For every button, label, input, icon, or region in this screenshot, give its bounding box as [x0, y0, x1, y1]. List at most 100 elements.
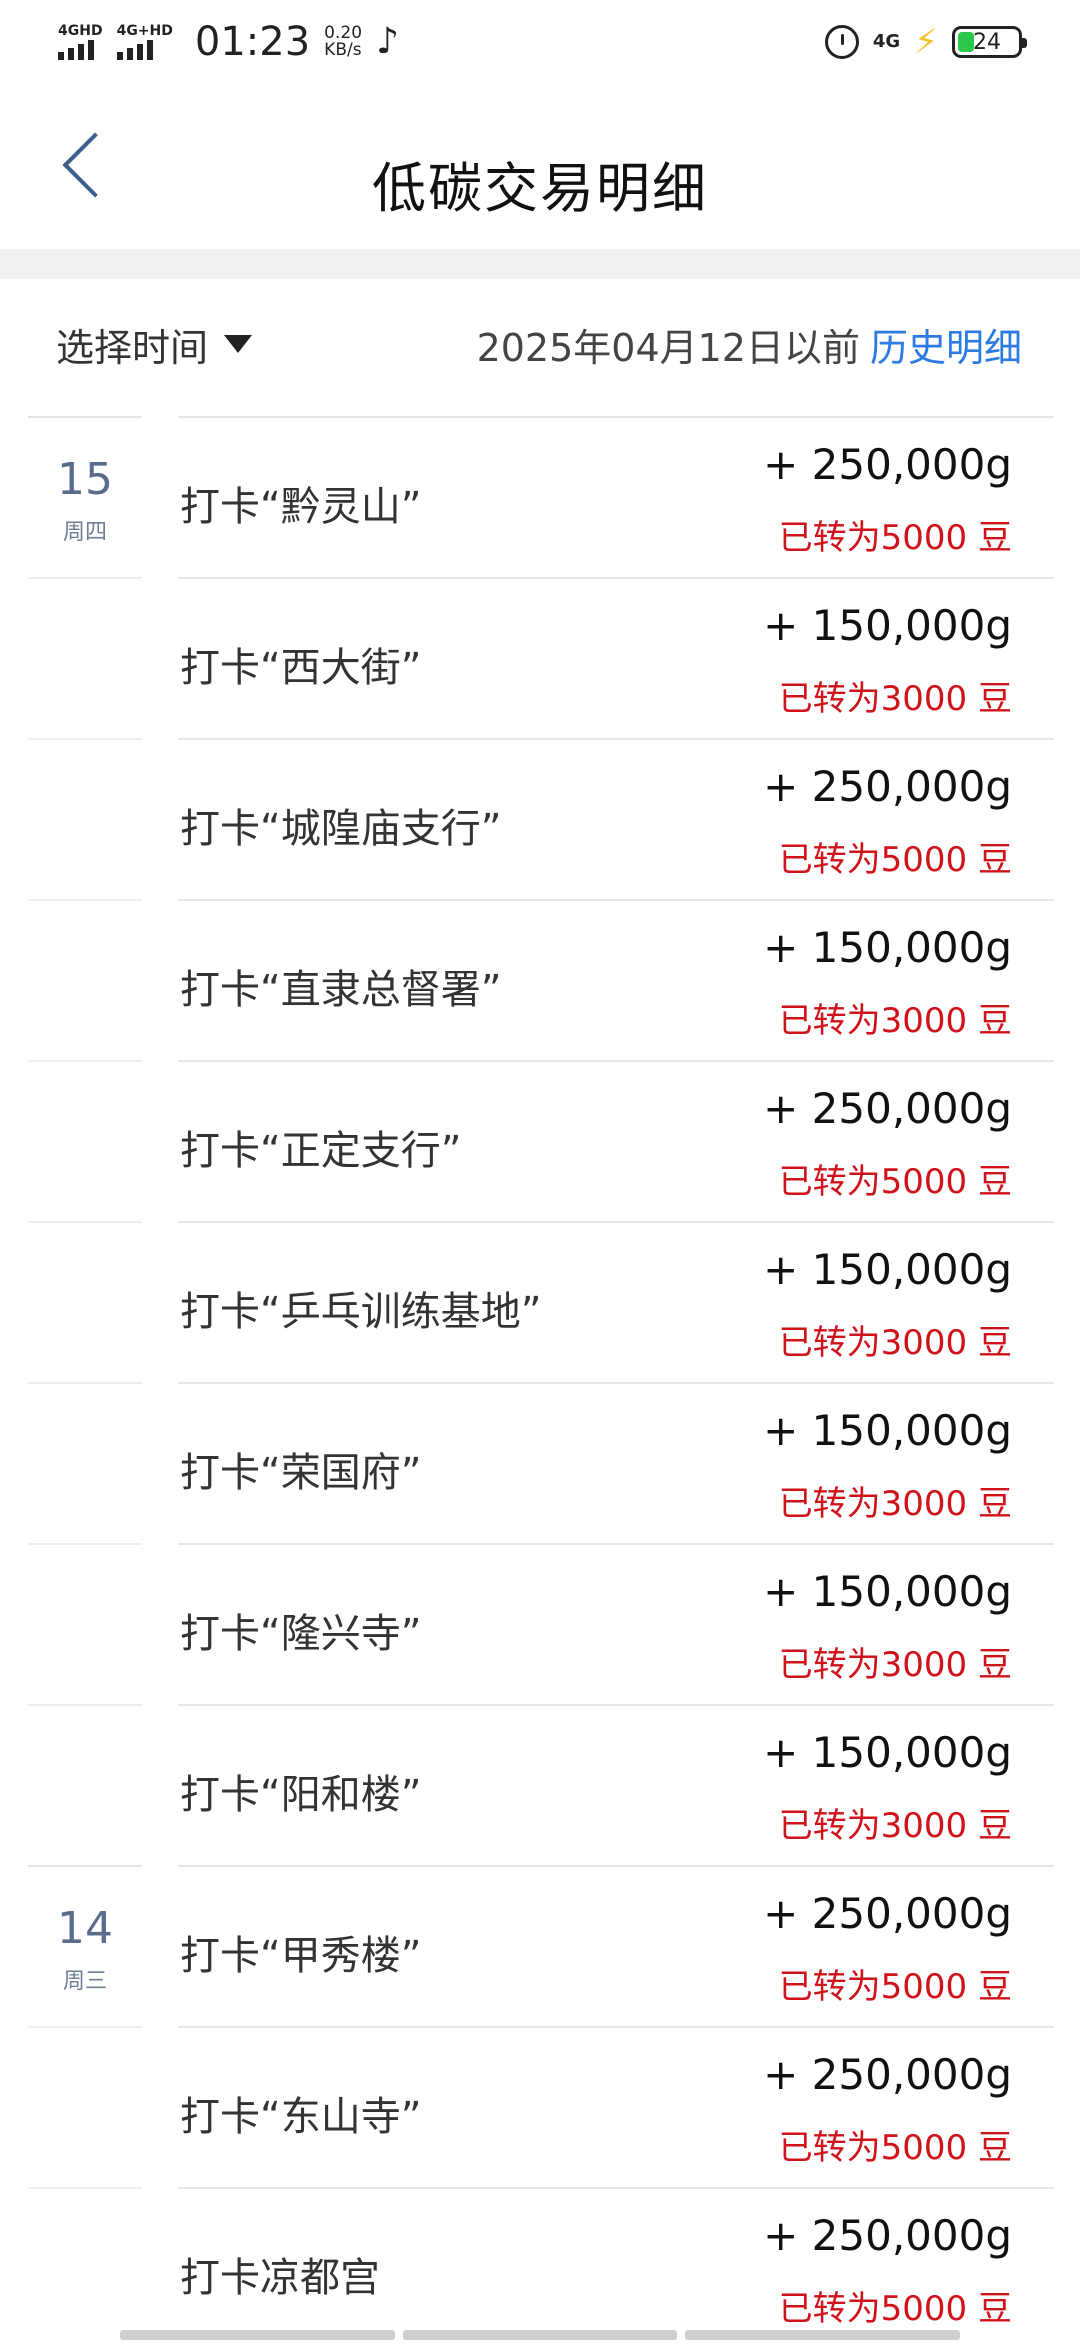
transaction-amount: + 150,000g — [763, 601, 1012, 650]
battery-icon: 24 — [952, 26, 1027, 58]
app-header: 低碳交易明细 — [0, 84, 1080, 249]
transaction-row[interactable]: 打卡“正定支行” + 250,000g 已转为5000 豆 — [0, 1060, 1080, 1221]
bottom-scroll-indicator — [120, 2330, 961, 2340]
transaction-row[interactable]: 15 周四 打卡“黔灵山” + 250,000g 已转为5000 豆 — [0, 416, 1080, 577]
transaction-row[interactable]: 打卡“东山寺” + 250,000g 已转为5000 豆 — [0, 2026, 1080, 2187]
transaction-amount: + 250,000g — [763, 2050, 1012, 2099]
transaction-bean-status: 已转为3000 豆 — [778, 1001, 1012, 1041]
status-left: 4GHD 4G+HD 01:23 0.20 KB/s ♪ — [58, 19, 399, 65]
transaction-body: 打卡“西大街” + 150,000g 已转为3000 豆 — [178, 577, 1054, 738]
transaction-bean-status: 已转为5000 豆 — [778, 1967, 1012, 2007]
transaction-body: 打卡“直隶总督署” + 150,000g 已转为3000 豆 — [178, 899, 1054, 1060]
transaction-title: 打卡“西大街” — [180, 645, 422, 691]
transaction-row[interactable]: 打卡“乒乓训练基地” + 150,000g 已转为3000 豆 — [0, 1221, 1080, 1382]
time-select-label: 选择时间 — [56, 325, 209, 370]
speed-unit: KB/s — [324, 40, 362, 60]
transaction-title: 打卡“甲秀楼” — [180, 1933, 422, 1979]
transaction-amount: + 150,000g — [763, 1406, 1012, 1455]
transaction-bean-status: 已转为5000 豆 — [778, 2128, 1012, 2168]
date-column — [28, 1382, 142, 1542]
transaction-bean-status: 已转为3000 豆 — [778, 1806, 1012, 1846]
transaction-amount: + 150,000g — [763, 1245, 1012, 1294]
network-speed: 0.20 KB/s — [324, 25, 362, 59]
transaction-row[interactable]: 打卡“隆兴寺” + 150,000g 已转为3000 豆 — [0, 1543, 1080, 1704]
transaction-amount: + 250,000g — [763, 440, 1012, 489]
battery-level: 24 — [973, 29, 1001, 55]
alarm-icon — [824, 25, 859, 59]
network-type-label: 4G — [872, 31, 901, 52]
transaction-title: 打卡“正定支行” — [180, 1128, 462, 1174]
transaction-body: 打卡凉都宫 + 250,000g 已转为5000 豆 — [178, 2187, 1054, 2348]
signal-sim2-icon: 4G+HD — [116, 23, 173, 60]
transaction-bean-status: 已转为5000 豆 — [778, 840, 1012, 880]
date-column — [28, 1704, 142, 1864]
date-column — [28, 1221, 142, 1381]
transaction-body: 打卡“东山寺” + 250,000g 已转为5000 豆 — [178, 2026, 1054, 2187]
transaction-row[interactable]: 打卡“城隍庙支行” + 250,000g 已转为5000 豆 — [0, 738, 1080, 899]
transaction-bean-status: 已转为3000 豆 — [778, 1484, 1012, 1524]
date-column — [28, 2026, 142, 2186]
transaction-amount: + 150,000g — [763, 1728, 1012, 1777]
transaction-row[interactable]: 打卡“荣国府” + 150,000g 已转为3000 豆 — [0, 1382, 1080, 1543]
sim1-label: 4GHD — [58, 23, 103, 39]
section-divider — [0, 249, 1080, 279]
transaction-title: 打卡“隆兴寺” — [180, 1611, 422, 1657]
transaction-list: 15 周四 打卡“黔灵山” + 250,000g 已转为5000 豆打卡“西大街” + 1… — [0, 416, 1080, 2348]
transaction-bean-status: 已转为3000 豆 — [778, 679, 1012, 719]
date-column — [28, 1060, 142, 1220]
transaction-body: 打卡“阳和楼” + 150,000g 已转为3000 豆 — [178, 1704, 1054, 1865]
date-day: 15 — [57, 454, 113, 505]
bolt-icon: ⚡ — [914, 22, 938, 62]
signal-sim1-icon: 4GHD — [58, 24, 103, 60]
date-column: 14 周三 — [28, 1865, 142, 2025]
transaction-amount: + 150,000g — [763, 1567, 1012, 1616]
date-column — [28, 738, 142, 898]
date-column — [28, 899, 142, 1059]
transaction-amount: + 250,000g — [763, 1889, 1012, 1938]
transaction-row[interactable]: 打卡“阳和楼” + 150,000g 已转为3000 豆 — [0, 1704, 1080, 1865]
transaction-title: 打卡“城隍庙支行” — [180, 806, 502, 852]
transaction-body: 打卡“乒乓训练基地” + 150,000g 已转为3000 豆 — [178, 1221, 1054, 1382]
transaction-amount: + 250,000g — [763, 762, 1012, 811]
caret-down-icon — [224, 335, 253, 353]
transaction-title: 打卡“荣国府” — [180, 1450, 422, 1496]
date-weekday: 周四 — [62, 520, 107, 545]
transaction-title: 打卡“直隶总督署” — [180, 967, 502, 1013]
transaction-row[interactable]: 打卡“西大街” + 150,000g 已转为3000 豆 — [0, 577, 1080, 738]
filter-right: 2025年04月12日以前 历史明细 — [477, 317, 1022, 372]
sim2-label: 4G+HD — [116, 23, 173, 39]
transaction-title: 打卡“乒乓训练基地” — [180, 1289, 542, 1335]
tiktok-icon: ♪ — [376, 21, 400, 62]
transaction-bean-status: 已转为3000 豆 — [778, 1323, 1012, 1363]
transaction-body: 打卡“荣国府” + 150,000g 已转为3000 豆 — [178, 1382, 1054, 1543]
transaction-body: 打卡“隆兴寺” + 150,000g 已转为3000 豆 — [178, 1543, 1054, 1704]
page-title: 低碳交易明细 — [372, 157, 708, 220]
transaction-body: 打卡“城隍庙支行” + 250,000g 已转为5000 豆 — [178, 738, 1054, 899]
transaction-bean-status: 已转为5000 豆 — [778, 518, 1012, 558]
transaction-bean-status: 已转为5000 豆 — [778, 2289, 1012, 2329]
status-time: 01:23 — [194, 19, 311, 65]
transaction-bean-status: 已转为5000 豆 — [778, 1162, 1012, 1202]
transaction-row[interactable]: 打卡“直隶总督署” + 150,000g 已转为3000 豆 — [0, 899, 1080, 1060]
date-column — [28, 2187, 142, 2347]
history-detail-link[interactable]: 历史明细 — [870, 317, 1022, 372]
date-weekday: 周三 — [62, 1969, 107, 1994]
transaction-title: 打卡“东山寺” — [180, 2094, 422, 2140]
status-right: 4G ⚡ 24 — [824, 22, 1027, 62]
date-day: 14 — [57, 1903, 113, 1954]
date-before-label: 2025年04月12日以前 — [476, 325, 860, 370]
transaction-bean-status: 已转为3000 豆 — [778, 1645, 1012, 1685]
transaction-title: 打卡“阳和楼” — [180, 1772, 422, 1818]
transaction-title: 打卡凉都宫 — [180, 2255, 380, 2301]
date-column — [28, 577, 142, 737]
time-select-dropdown[interactable]: 选择时间 — [56, 317, 253, 372]
transaction-amount: + 150,000g — [763, 923, 1012, 972]
transaction-amount: + 250,000g — [763, 2211, 1012, 2260]
status-bar: 4GHD 4G+HD 01:23 0.20 KB/s ♪ 4G ⚡ 24 — [0, 0, 1080, 84]
filter-row: 选择时间 2025年04月12日以前 历史明细 — [0, 279, 1080, 409]
transaction-title: 打卡“黔灵山” — [180, 484, 422, 530]
transaction-body: 打卡“甲秀楼” + 250,000g 已转为5000 豆 — [178, 1865, 1054, 2026]
transaction-row[interactable]: 打卡凉都宫 + 250,000g 已转为5000 豆 — [0, 2187, 1080, 2348]
transaction-row[interactable]: 14 周三 打卡“甲秀楼” + 250,000g 已转为5000 豆 — [0, 1865, 1080, 2026]
date-column — [28, 1543, 142, 1703]
